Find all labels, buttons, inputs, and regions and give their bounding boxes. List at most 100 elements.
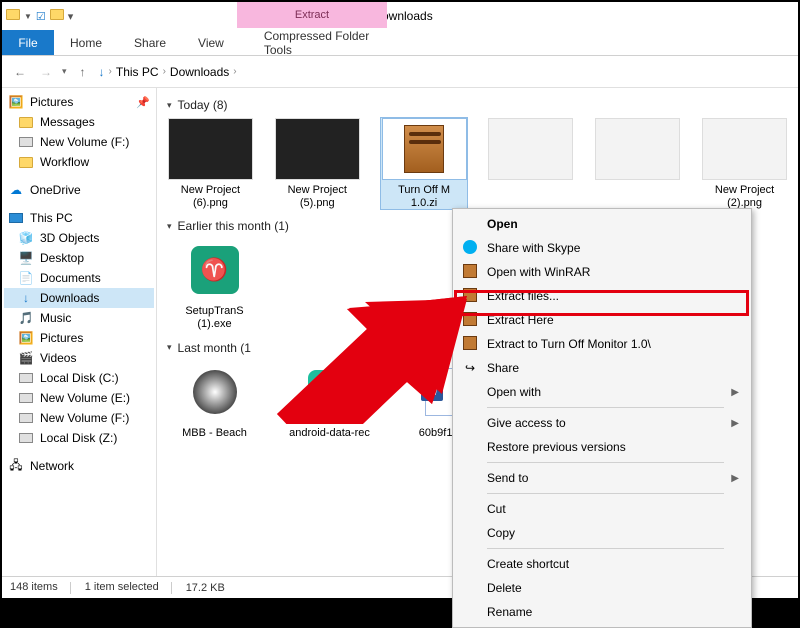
sidebar-item-label: Documents — [40, 271, 101, 285]
group-header-today[interactable]: ▾ Today (8) — [167, 98, 788, 112]
menu-share[interactable]: ↪Share — [455, 356, 749, 380]
folder-icon — [18, 114, 34, 130]
menu-copy[interactable]: Copy — [455, 521, 749, 545]
group-label: Today (8) — [178, 98, 228, 112]
status-item-count: 148 items — [10, 581, 71, 593]
thumbnail — [595, 118, 680, 180]
sidebar-item-localc[interactable]: Local Disk (C:) — [4, 368, 154, 388]
file-tile[interactable]: ♈ SetupTranS (1).exe — [167, 239, 262, 330]
file-tile[interactable]: New Project (6).png — [167, 118, 254, 209]
sidebar-item-newvol[interactable]: New Volume (F:) — [4, 132, 154, 152]
sidebar-item-label: Local Disk (Z:) — [40, 431, 117, 445]
thumbnail — [287, 361, 372, 423]
sidebar-item-localz[interactable]: Local Disk (Z:) — [4, 428, 154, 448]
file-tile-selected[interactable]: Turn Off M 1.0.zi — [381, 118, 468, 209]
breadcrumb[interactable]: ↓ › This PC › Downloads › — [99, 65, 237, 79]
sidebar-item-pictures2[interactable]: 🖼️Pictures — [4, 328, 154, 348]
sidebar-item-label: Workflow — [40, 155, 89, 169]
file-tile[interactable]: New Project (2).png — [701, 118, 788, 209]
sidebar-item-music[interactable]: 🎵Music — [4, 308, 154, 328]
menu-item-label: Open — [487, 217, 518, 231]
sidebar-item-downloads[interactable]: ↓Downloads — [4, 288, 154, 308]
menu-extract-files[interactable]: Extract files... — [455, 284, 749, 308]
menu-item-label: Cut — [487, 502, 506, 516]
breadcrumb-root[interactable]: This PC — [116, 65, 159, 79]
menu-item-label: Open with WinRAR — [487, 265, 590, 279]
file-tab[interactable]: File — [2, 30, 54, 55]
sidebar-item-onedrive[interactable]: ☁ OneDrive — [4, 180, 154, 200]
tab-view[interactable]: View — [182, 30, 240, 55]
sidebar-item-pictures[interactable]: 🖼️ Pictures 📌 — [4, 92, 154, 112]
disc-icon — [193, 370, 237, 414]
sidebar-item-network[interactable]: 🖧Network — [4, 456, 154, 476]
menu-rename[interactable]: Rename — [455, 600, 749, 624]
sidebar-item-volf[interactable]: New Volume (F:) — [4, 408, 154, 428]
desktop-icon: 🖥️ — [18, 250, 34, 266]
drive-icon — [18, 390, 34, 406]
sidebar-item-desktop[interactable]: 🖥️ Desktop — [4, 248, 154, 268]
sidebar-item-videos[interactable]: 🎬Videos — [4, 348, 154, 368]
thumbnail — [275, 118, 360, 180]
menu-item-label: Create shortcut — [487, 557, 569, 571]
thumbnail — [172, 361, 257, 423]
menu-cut[interactable]: Cut — [455, 497, 749, 521]
sidebar-item-3dobjects[interactable]: 🧊3D Objects — [4, 228, 154, 248]
menu-separator — [487, 493, 724, 494]
breadcrumb-current[interactable]: Downloads — [170, 65, 229, 79]
file-name: android-data-rec — [289, 427, 370, 440]
file-name: MBB - Beach — [182, 427, 247, 440]
qat-check-icon[interactable]: ☑ — [36, 10, 46, 23]
sidebar-item-documents[interactable]: 📄Documents — [4, 268, 154, 288]
chevron-right-icon: › — [109, 66, 112, 77]
menu-restore-versions[interactable]: Restore previous versions — [455, 435, 749, 459]
sidebar-item-vole[interactable]: New Volume (E:) — [4, 388, 154, 408]
qat-dropdown-icon[interactable]: ▼ — [24, 12, 32, 21]
archive-icon — [404, 125, 444, 173]
submenu-arrow-icon: ▶ — [731, 418, 739, 429]
qat-folder-icon[interactable] — [50, 9, 64, 23]
qat-overflow-icon[interactable]: ▾ — [68, 10, 74, 23]
back-button[interactable]: ← — [10, 62, 30, 82]
submenu-arrow-icon: ▶ — [731, 387, 739, 398]
group-label: Earlier this month (1) — [178, 219, 289, 233]
file-name: SetupTranS (1).exe — [167, 305, 262, 330]
menu-send-to[interactable]: Send to▶ — [455, 466, 749, 490]
up-button[interactable]: ↑ — [73, 62, 93, 82]
sidebar-item-messages[interactable]: Messages — [4, 112, 154, 132]
sidebar-item-label: New Volume (F:) — [40, 411, 129, 425]
tab-compressed-tools[interactable]: Compressed Folder Tools — [248, 30, 398, 55]
menu-delete[interactable]: Delete — [455, 576, 749, 600]
file-tile[interactable]: MBB - Beach — [167, 361, 262, 440]
forward-button[interactable]: → — [36, 62, 56, 82]
file-tile[interactable] — [594, 118, 681, 209]
menu-item-label: Delete — [487, 581, 522, 595]
file-tile[interactable] — [487, 118, 574, 209]
menu-share-skype[interactable]: Share with Skype — [455, 236, 749, 260]
tab-share[interactable]: Share — [118, 30, 182, 55]
menu-item-label: Restore previous versions — [487, 440, 626, 454]
sidebar-item-label: Desktop — [40, 251, 84, 265]
menu-create-shortcut[interactable]: Create shortcut — [455, 552, 749, 576]
ribbon: File Home Share View Compressed Folder T… — [2, 30, 798, 56]
sidebar-item-workflow[interactable]: Workflow — [4, 152, 154, 172]
drive-icon — [18, 134, 34, 150]
menu-open[interactable]: Open — [455, 212, 749, 236]
file-name: New Project (2).png — [701, 184, 788, 209]
history-dropdown-icon[interactable]: ▾ — [62, 66, 67, 77]
pc-icon — [8, 210, 24, 226]
file-tile[interactable]: android-data-rec — [282, 361, 377, 440]
sidebar-item-thispc[interactable]: This PC — [4, 208, 154, 228]
tab-home[interactable]: Home — [54, 30, 118, 55]
menu-open-with[interactable]: Open with▶ — [455, 380, 749, 404]
quick-access-toolbar: ▼ ☑ ▾ — [2, 9, 73, 23]
explorer-window: ▼ ☑ ▾ Extract Downloads File Home Share … — [2, 2, 798, 598]
downloads-icon: ↓ — [18, 290, 34, 306]
folder-icon — [18, 154, 34, 170]
file-tile[interactable]: New Project (5).png — [274, 118, 361, 209]
menu-extract-here[interactable]: Extract Here — [455, 308, 749, 332]
menu-extract-to[interactable]: Extract to Turn Off Monitor 1.0\ — [455, 332, 749, 356]
sidebar-item-label: Videos — [40, 351, 76, 365]
menu-open-winrar[interactable]: Open with WinRAR — [455, 260, 749, 284]
menu-give-access[interactable]: Give access to▶ — [455, 411, 749, 435]
drive-icon — [18, 430, 34, 446]
